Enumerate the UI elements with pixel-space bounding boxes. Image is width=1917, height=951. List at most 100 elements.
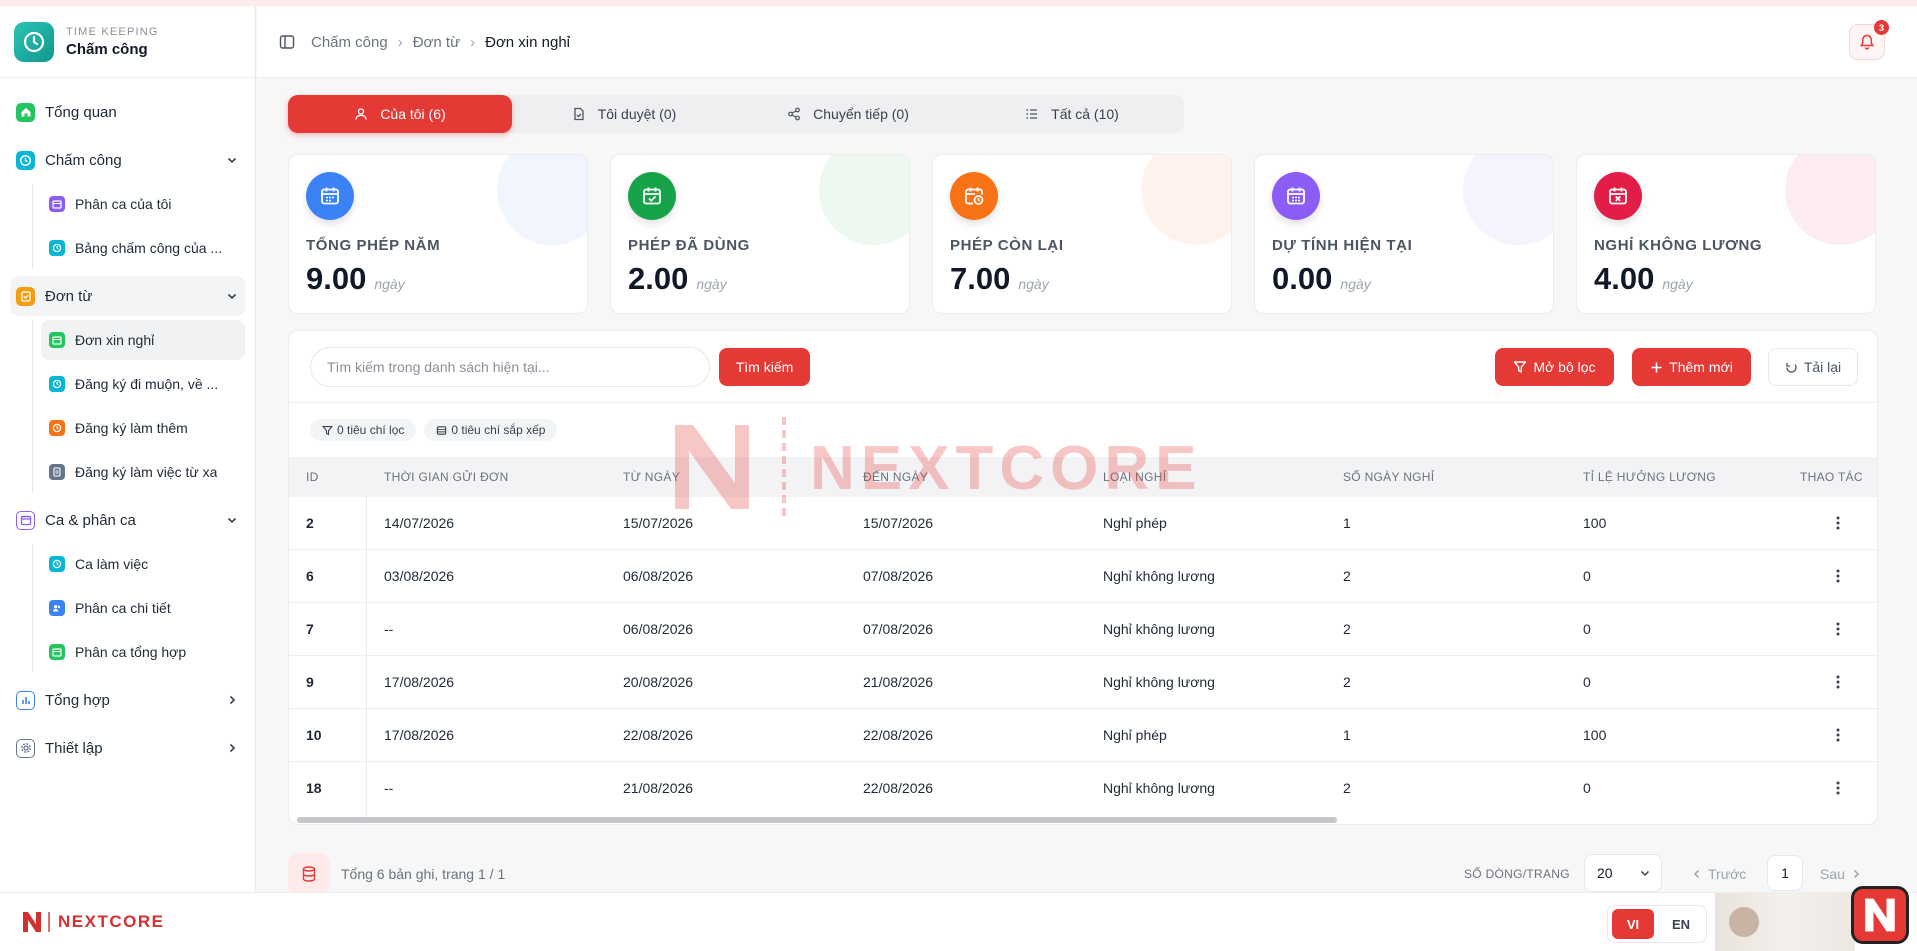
document-icon bbox=[49, 464, 65, 480]
table-row[interactable]: 7 -- 06/08/2026 07/08/2026 Nghỉ không lư… bbox=[289, 603, 1877, 656]
reload-button[interactable]: Tải lại bbox=[1768, 348, 1858, 386]
clock-icon bbox=[49, 420, 65, 436]
clock-icon bbox=[16, 150, 35, 170]
sidebar-item-label: Phân ca chi tiết bbox=[75, 600, 171, 616]
cell-pay-rate: 100 bbox=[1583, 515, 1607, 531]
sidebar-group-timekeeping[interactable]: Chấm công bbox=[10, 140, 245, 180]
table-row[interactable]: 9 17/08/2026 20/08/2026 21/08/2026 Nghỉ … bbox=[289, 656, 1877, 709]
nextcore-badge[interactable] bbox=[1851, 886, 1909, 944]
table-row[interactable]: 2 14/07/2026 15/07/2026 15/07/2026 Nghỉ … bbox=[289, 497, 1877, 550]
filter-criteria-chip[interactable]: 0 tiêu chí lọc bbox=[310, 419, 417, 441]
column-header: THAO TÁC bbox=[1800, 470, 1863, 484]
column-header[interactable]: TỪ NGÀY bbox=[623, 470, 680, 484]
rows-per-page-select[interactable]: 20 bbox=[1584, 854, 1662, 892]
prev-page-button[interactable]: Trước bbox=[1692, 866, 1746, 882]
more-vertical-icon[interactable] bbox=[1826, 722, 1850, 748]
refresh-icon bbox=[1785, 361, 1798, 374]
column-header[interactable]: THỜI GIAN GỬI ĐƠN bbox=[384, 470, 509, 484]
brand-subtitle: TIME KEEPING bbox=[66, 25, 159, 38]
stat-cards: TỔNG PHÉP NĂM 9.00 ngày PHÉP ĐÃ DÙNG 2.00… bbox=[288, 154, 1878, 314]
next-page-button[interactable]: Sau bbox=[1820, 866, 1861, 882]
column-header[interactable]: TỈ LỆ HƯỞNG LƯƠNG bbox=[1583, 470, 1716, 484]
more-vertical-icon[interactable] bbox=[1826, 510, 1850, 536]
stat-card-remaining-leave: PHÉP CÒN LẠI 7.00 ngày bbox=[932, 154, 1232, 314]
sidebar-item-shift-detail[interactable]: Phân ca chi tiết bbox=[41, 588, 245, 628]
column-header[interactable]: ID bbox=[306, 470, 319, 484]
cell-pay-rate: 0 bbox=[1583, 674, 1591, 690]
card-decoration bbox=[1463, 155, 1553, 245]
sidebar-item-overtime[interactable]: Đăng ký làm thêm bbox=[41, 408, 245, 448]
criteria-chips: 0 tiêu chí lọc 0 tiêu chí sắp xếp bbox=[310, 419, 558, 441]
sidebar-group-summary[interactable]: Tổng hợp bbox=[10, 680, 245, 720]
card-decoration bbox=[497, 155, 587, 245]
sidebar-group-shifts[interactable]: Ca & phân ca bbox=[10, 500, 245, 540]
add-new-button[interactable]: Thêm mới bbox=[1632, 348, 1751, 386]
sidebar-group-requests[interactable]: Đơn từ bbox=[10, 276, 245, 316]
column-header[interactable]: LOẠI NGHỈ bbox=[1103, 470, 1166, 484]
chevron-down-icon[interactable] bbox=[225, 513, 239, 527]
sidebar-item-remote-work[interactable]: Đăng ký làm việc từ xa bbox=[41, 452, 245, 492]
tab-forward[interactable]: Chuyển tiếp (0) bbox=[736, 95, 960, 133]
cell-days: 2 bbox=[1343, 568, 1351, 584]
sidebar-item-my-timesheet[interactable]: Bảng chấm công của ... bbox=[41, 228, 245, 268]
lang-vi-button[interactable]: VI bbox=[1612, 909, 1654, 939]
table-row[interactable]: 6 03/08/2026 06/08/2026 07/08/2026 Nghỉ … bbox=[289, 550, 1877, 603]
table-row[interactable]: 18 -- 21/08/2026 22/08/2026 Nghỉ không l… bbox=[289, 762, 1877, 815]
logo-divider bbox=[48, 912, 50, 932]
calendar-icon bbox=[49, 332, 65, 348]
more-vertical-icon[interactable] bbox=[1826, 563, 1850, 589]
page-number-button[interactable]: 1 bbox=[1767, 855, 1803, 891]
sidebar-item-work-shifts[interactable]: Ca làm việc bbox=[41, 544, 245, 584]
tab-all[interactable]: Tất cả (10) bbox=[960, 95, 1184, 133]
clipboard-check-icon bbox=[16, 286, 35, 306]
column-header[interactable]: ĐẾN NGÀY bbox=[863, 470, 928, 484]
tab-mine[interactable]: Của tôi (6) bbox=[288, 95, 512, 133]
cell-id: 18 bbox=[306, 780, 322, 796]
card-decoration bbox=[1785, 155, 1875, 245]
sidebar-item-overview[interactable]: Tổng quan bbox=[10, 92, 245, 132]
sidebar-item-my-shifts[interactable]: Phân ca của tôi bbox=[41, 184, 245, 224]
breadcrumb-item[interactable]: Chấm công bbox=[311, 34, 388, 51]
tab-label: Của tôi (6) bbox=[380, 106, 446, 122]
notification-button[interactable]: 3 bbox=[1849, 20, 1889, 60]
chevron-down-icon[interactable] bbox=[225, 153, 239, 167]
cell-id: 9 bbox=[306, 674, 314, 690]
search-button[interactable]: Tìm kiếm bbox=[719, 348, 810, 386]
calendar-icon bbox=[49, 644, 65, 660]
sidebar-sublist-shifts: Ca làm việc Phân ca chi tiết Phân ca tổn… bbox=[32, 544, 245, 672]
sidebar-group-settings[interactable]: Thiết lập bbox=[10, 728, 245, 768]
tab-approve[interactable]: Tôi duyệt (0) bbox=[512, 95, 736, 133]
table-row[interactable]: 10 17/08/2026 22/08/2026 22/08/2026 Nghỉ… bbox=[289, 709, 1877, 762]
sidebar-item-shift-summary[interactable]: Phân ca tổng hợp bbox=[41, 632, 245, 672]
cell-type: Nghỉ không lương bbox=[1103, 568, 1215, 584]
chevron-down-icon[interactable] bbox=[225, 289, 239, 303]
cell-pay-rate: 100 bbox=[1583, 727, 1607, 743]
user-avatar-area[interactable] bbox=[1715, 893, 1855, 951]
sidebar-item-late-early[interactable]: Đăng ký đi muộn, về ... bbox=[41, 364, 245, 404]
user-icon bbox=[354, 107, 368, 121]
lang-en-button[interactable]: EN bbox=[1660, 909, 1702, 939]
cell-to: 22/08/2026 bbox=[863, 727, 934, 743]
chevron-right-icon[interactable] bbox=[225, 741, 239, 755]
chevron-right-icon[interactable] bbox=[225, 693, 239, 707]
more-vertical-icon[interactable] bbox=[1826, 616, 1850, 642]
search-input[interactable] bbox=[310, 347, 710, 387]
breadcrumb-item[interactable]: Đơn từ bbox=[413, 34, 460, 51]
stat-title: PHÉP CÒN LẠI bbox=[950, 237, 1064, 254]
horizontal-scrollbar[interactable] bbox=[297, 817, 1871, 823]
cell-id: 2 bbox=[306, 515, 314, 531]
more-vertical-icon[interactable] bbox=[1826, 775, 1850, 801]
sidebar-group-label: Chấm công bbox=[45, 151, 122, 169]
sort-criteria-chip[interactable]: 0 tiêu chí sắp xếp bbox=[424, 419, 558, 441]
calendar-icon bbox=[306, 172, 354, 220]
open-filter-button[interactable]: Mở bộ lọc bbox=[1495, 348, 1614, 386]
sidebar-toggle-icon[interactable] bbox=[279, 34, 295, 50]
cell-type: Nghỉ phép bbox=[1103, 515, 1167, 531]
scrollbar-thumb[interactable] bbox=[297, 817, 1337, 823]
calendar-icon bbox=[16, 510, 35, 530]
column-header[interactable]: SỐ NGÀY NGHỈ bbox=[1343, 470, 1434, 484]
sidebar-item-leave-request[interactable]: Đơn xin nghỉ bbox=[41, 320, 245, 360]
nextcore-logo: NEXTCORE bbox=[22, 911, 164, 933]
more-vertical-icon[interactable] bbox=[1826, 669, 1850, 695]
brand[interactable]: TIME KEEPING Chấm công bbox=[0, 6, 255, 78]
